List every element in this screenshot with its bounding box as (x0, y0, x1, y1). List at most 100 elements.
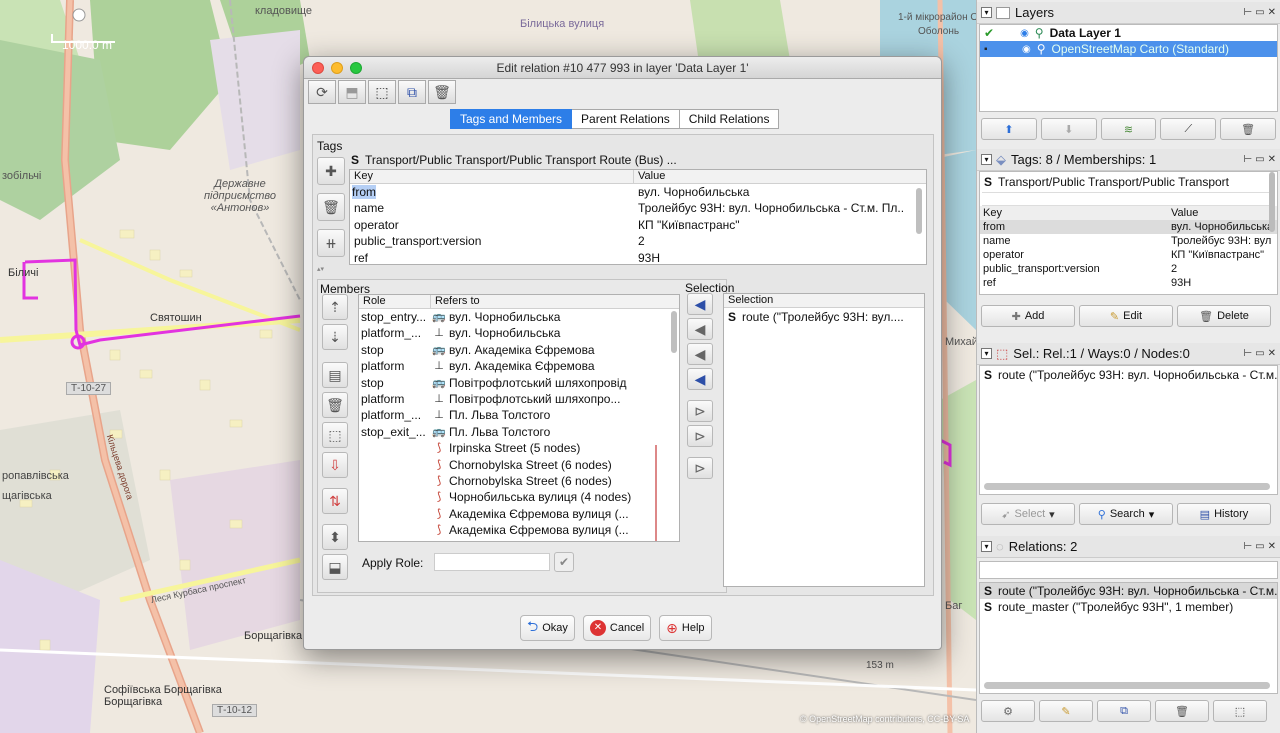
paste-tags-button[interactable]: ⧺ (317, 229, 345, 257)
delete-layer-button[interactable]: 🗑 (1220, 118, 1276, 140)
delete-relation-button[interactable]: 🗑 (1155, 700, 1209, 722)
member-row[interactable]: ⟆ Академіка Єфремова вулиця (... (359, 506, 679, 522)
tag-key[interactable]: name (350, 200, 634, 216)
relation-item[interactable]: S route ("Тролейбус 93Н: вул. Чорнобильс… (980, 583, 1277, 599)
tag-value[interactable]: Тролейбус 93Н: вул. Чорнобильська - Ст.м… (634, 200, 904, 216)
member-row[interactable]: ⟆ Chornobylska Street (6 nodes) (359, 473, 679, 489)
scrollbar[interactable] (1269, 172, 1275, 232)
member-row[interactable]: platform ⊥ вул. Академіка Єфремова (359, 358, 679, 374)
value-header[interactable]: Value (1168, 206, 1277, 220)
member-row[interactable]: ⟆ Чорнобильська вулиця (4 nodes) (359, 489, 679, 505)
download-members-button[interactable]: ⬒ (338, 80, 366, 104)
history-button[interactable]: ▤ History (1177, 503, 1271, 525)
minimize-icon[interactable]: ▭ (1255, 154, 1264, 165)
apply-role-input[interactable] (434, 553, 550, 571)
refers-to-header[interactable]: Refers to (431, 295, 480, 308)
collapse-icon[interactable]: ▾ (981, 541, 992, 552)
close-window-icon[interactable] (312, 62, 324, 74)
member-row[interactable]: stop 🚌 вул. Академіка Єфремова (359, 342, 679, 358)
remove-member-button[interactable]: 🗑 (322, 392, 348, 418)
minimize-window-icon[interactable] (331, 62, 343, 74)
collapse-icon[interactable]: ▾ (981, 154, 992, 165)
member-role[interactable]: stop_entry... (359, 309, 431, 325)
pin-icon[interactable]: ⊢ (1243, 348, 1252, 359)
member-role[interactable]: stop_exit_... (359, 424, 431, 440)
relation-item[interactable]: S route_master ("Тролейбус 93Н", 1 membe… (980, 599, 1277, 615)
member-role[interactable]: platform (359, 358, 431, 374)
selection-item[interactable]: S route ("Тролейбус 93Н: вул. Чорнобильс… (980, 366, 1277, 384)
edit-tag-button[interactable]: ✎ Edit (1079, 305, 1173, 327)
tag-key[interactable]: operator (350, 217, 634, 233)
member-role[interactable] (359, 489, 431, 505)
remove-selected-button[interactable]: ⊳ (687, 400, 713, 422)
visibility-eye-icon[interactable]: ◉ (1022, 44, 1031, 55)
minimize-icon[interactable]: ▭ (1255, 7, 1264, 18)
member-role[interactable] (359, 440, 431, 456)
member-role[interactable]: platform_... (359, 325, 431, 341)
zoom-window-icon[interactable] (350, 62, 362, 74)
active-check-icon[interactable]: ✔ (984, 26, 994, 40)
layer-row[interactable]: ▪ ◉ ⚲ OpenStreetMap Carto (Standard) (980, 41, 1277, 57)
tag-row[interactable]: name Тролейбус 93Н: вул (980, 234, 1277, 248)
member-row[interactable]: ⟆ Irpinska Street (5 nodes) (359, 440, 679, 456)
add-before-button[interactable]: ◀ (687, 318, 713, 340)
okay-button[interactable]: ⮌ Okay (520, 615, 575, 641)
tag-row[interactable]: operator КП "Київпастранс" (350, 217, 926, 233)
select-button[interactable]: ➹ Select ▾ (981, 503, 1075, 525)
member-row[interactable]: stop_entry... 🚌 вул. Чорнобильська (359, 309, 679, 325)
cancel-button[interactable]: ✕ Cancel (582, 615, 652, 641)
add-at-end-button[interactable]: ◀ (687, 368, 713, 390)
scrollbar[interactable] (671, 311, 677, 353)
move-down-button[interactable]: ⇣ (322, 324, 348, 350)
tag-value[interactable]: 2 (634, 233, 904, 249)
tag-row[interactable]: ref 93Н (350, 250, 926, 264)
close-icon[interactable]: ✕ (1268, 348, 1276, 359)
scrollbar[interactable] (916, 188, 922, 234)
sort-below-button[interactable]: ⊳ (687, 457, 713, 479)
member-row[interactable]: platform ⊥ Повітрофлотський шляхопро... (359, 391, 679, 407)
move-up-button[interactable]: ⇡ (322, 294, 348, 320)
layer-properties-button[interactable]: ⟋ (1160, 118, 1217, 140)
edit-member-button[interactable]: ▤ (322, 362, 348, 388)
collapse-icon[interactable]: ▾ (981, 348, 992, 359)
member-role[interactable]: platform_... (359, 407, 431, 423)
move-down-button[interactable]: ⬇ (1040, 118, 1097, 140)
preset-link[interactable]: S Transport/Public Transport/Public Tran… (351, 153, 677, 167)
download-incomplete-button[interactable]: ⬓ (322, 554, 348, 580)
member-role[interactable]: stop (359, 342, 431, 358)
close-icon[interactable]: ✕ (1268, 154, 1276, 165)
close-icon[interactable]: ✕ (1268, 7, 1276, 18)
dialog-titlebar[interactable]: Edit relation #10 477 993 in layer 'Data… (304, 57, 941, 79)
member-role[interactable] (359, 506, 431, 522)
reverse-members-button[interactable]: ⇅ (322, 488, 348, 514)
member-row[interactable]: platform_... ⊥ Пл. Льва Толстого (359, 407, 679, 423)
tag-row[interactable]: public_transport:version 2 (350, 233, 926, 249)
tag-row[interactable]: from вул. Чорнобильська (980, 220, 1277, 234)
member-row[interactable]: ⟆ Chornobylska Street (6 nodes) (359, 457, 679, 473)
pin-icon[interactable]: ⊢ (1243, 541, 1252, 552)
member-role[interactable] (359, 522, 431, 538)
select-relation-button[interactable]: ⬚ (368, 80, 396, 104)
splitter[interactable]: ▴▾ (313, 266, 933, 273)
member-role[interactable]: stop (359, 375, 431, 391)
collapse-icon[interactable]: ▾ (981, 7, 992, 18)
tag-row[interactable]: ref 93Н (980, 276, 1277, 290)
selection-row[interactable]: S route ("Тролейбус 93Н: вул.... (724, 308, 924, 326)
tag-key[interactable]: public_transport:version (350, 233, 634, 249)
member-role[interactable] (359, 473, 431, 489)
tag-value[interactable]: вул. Чорнобильська (634, 184, 904, 200)
map-attribution[interactable]: © OpenStreetMap contributors, CC-BY-SA (800, 714, 969, 724)
role-header[interactable]: Role (359, 295, 431, 308)
minimize-icon[interactable]: ▭ (1255, 348, 1264, 359)
help-button[interactable]: ⊕ Help (659, 615, 712, 641)
value-header[interactable]: Value (634, 170, 665, 183)
select-members-button[interactable]: ⬚ (1213, 700, 1267, 722)
refresh-button[interactable]: ⟳ (308, 80, 336, 104)
edit-relation-button[interactable]: ✎ (1039, 700, 1093, 722)
tab-child-relations[interactable]: Child Relations (679, 109, 780, 129)
move-up-button[interactable]: ⬆ (981, 118, 1037, 140)
merge-layers-button[interactable]: ≋ (1100, 118, 1157, 140)
zoom-to-member-button[interactable]: ⬍ (322, 524, 348, 550)
add-tag-button[interactable]: ✚ (317, 157, 345, 185)
add-tag-button[interactable]: ✚ Add (981, 305, 1075, 327)
